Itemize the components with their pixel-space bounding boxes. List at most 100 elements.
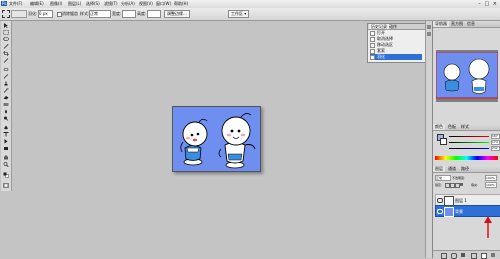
crop-icon[interactable] <box>3 51 9 56</box>
green-value[interactable]: 174 <box>491 140 500 145</box>
history-panel: 历史记录 动作 打开 取消选择 移动选区 套索 羽化 <box>367 23 426 63</box>
quick-mask-icon[interactable] <box>3 183 9 188</box>
marquee-icon[interactable] <box>3 30 9 35</box>
tab-swatches[interactable]: 色板 <box>446 124 458 130</box>
step-icon <box>370 36 375 42</box>
window-controls[interactable]: – □ × <box>478 1 498 7</box>
layer-name[interactable]: 图层 1 <box>455 198 467 204</box>
layers-tabbar: 图层 通道 路径 <box>433 166 500 173</box>
refine-edge-button[interactable]: 调整边缘... <box>164 10 190 18</box>
navigator-thumbnail[interactable] <box>436 52 498 104</box>
width-input[interactable] <box>122 10 136 18</box>
height-label: 高度: <box>137 11 147 16</box>
history-panel-icon[interactable] <box>427 25 431 29</box>
background-swatch[interactable] <box>440 138 447 145</box>
tab-info[interactable]: 信息 <box>465 21 477 27</box>
layer-name[interactable]: 背景 <box>455 209 463 215</box>
opacity-input[interactable]: 100% <box>485 175 497 181</box>
history-brush-icon[interactable] <box>3 88 9 93</box>
clone-stamp-icon[interactable] <box>3 81 9 86</box>
tab-layers[interactable]: 图层 <box>433 166 445 172</box>
tab-actions[interactable]: 动作 <box>387 24 399 29</box>
tab-channels[interactable]: 通道 <box>446 166 458 172</box>
move-tool-icon[interactable] <box>3 23 9 28</box>
fill-label: 填充: <box>471 183 479 187</box>
blue-value[interactable]: 232 <box>491 146 500 151</box>
right-panel-dock: 导航器 直方图 信息 颜色 色板 样式 167 174 232 图层 通道 路径… <box>432 21 500 259</box>
menu-select[interactable]: 选择(S) <box>86 1 100 7</box>
pen-icon[interactable] <box>3 125 9 130</box>
magic-wand-icon[interactable] <box>3 44 9 49</box>
eye-icon[interactable] <box>437 209 443 214</box>
cartoon-image <box>180 113 256 169</box>
layer-thumbnail <box>444 207 454 217</box>
navigator-tabbar: 导航器 直方图 信息 <box>433 21 500 28</box>
tab-history[interactable]: 历史记录 <box>369 24 389 29</box>
workspace-button[interactable]: 工作区 ▾ <box>228 10 250 18</box>
selection-mode-buttons[interactable] <box>11 10 27 18</box>
slice-icon[interactable] <box>3 58 9 63</box>
document-icon <box>370 30 375 36</box>
history-item-selected[interactable]: 羽化 <box>370 54 422 60</box>
layer-style-icon[interactable] <box>451 253 457 259</box>
blur-icon[interactable] <box>3 109 9 114</box>
step-icon <box>370 48 375 54</box>
new-folder-icon[interactable] <box>471 253 477 259</box>
link-layers-icon[interactable] <box>441 253 447 259</box>
photoshop-logo: Ps <box>1 1 8 6</box>
menu-window[interactable]: 窗口(W) <box>156 1 171 7</box>
tab-styles[interactable]: 样式 <box>459 124 471 130</box>
color-spectrum-bar[interactable] <box>435 156 498 160</box>
blue-slider[interactable] <box>449 148 489 149</box>
red-value[interactable]: 167 <box>491 134 500 139</box>
foreground-background-color-icon[interactable] <box>3 171 9 179</box>
blend-mode-select[interactable]: 正常 <box>435 175 451 181</box>
antialias-label: 消除锯齿 <box>62 11 78 16</box>
shape-icon[interactable] <box>3 146 9 151</box>
menu-image[interactable]: 图像(I) <box>50 1 62 7</box>
new-layer-icon[interactable] <box>481 253 487 259</box>
menu-help[interactable]: 帮助(H) <box>174 1 188 7</box>
healing-brush-icon[interactable] <box>3 67 9 72</box>
menu-file[interactable]: 文件(F) <box>9 1 22 7</box>
red-slider[interactable] <box>449 136 489 137</box>
lock-label: 锁定: <box>435 183 443 187</box>
step-icon <box>370 42 375 48</box>
actions-panel-icon[interactable] <box>427 32 431 36</box>
feather-input[interactable]: 0 px <box>38 10 53 18</box>
style-select[interactable]: 正常 <box>89 10 111 18</box>
tab-paths[interactable]: 路径 <box>459 166 471 172</box>
gradient-icon[interactable] <box>3 102 9 107</box>
fill-input[interactable]: 100% <box>485 182 497 188</box>
dodge-icon[interactable] <box>3 116 9 121</box>
path-selection-icon[interactable] <box>3 139 9 144</box>
step-icon <box>370 54 375 60</box>
feather-label: 羽化: <box>28 11 38 16</box>
tab-color[interactable]: 颜色 <box>433 124 445 130</box>
zoom-icon[interactable] <box>3 162 9 167</box>
delete-layer-icon[interactable] <box>491 253 495 257</box>
menu-layer[interactable]: 图层(L) <box>68 1 81 7</box>
marquee-tool-icon[interactable] <box>2 10 10 18</box>
menu-view[interactable]: 视图(V) <box>139 1 153 7</box>
menu-filter[interactable]: 滤镜(T) <box>104 1 118 7</box>
type-icon[interactable] <box>3 132 9 137</box>
tab-navigator[interactable]: 导航器 <box>433 21 449 27</box>
annotation-arrow-icon <box>484 216 492 238</box>
green-slider[interactable] <box>449 142 489 143</box>
menu-analysis[interactable]: 分析(A) <box>121 1 135 7</box>
tab-histogram[interactable]: 直方图 <box>449 21 465 27</box>
width-label: 宽度: <box>112 11 122 16</box>
lock-all-icon[interactable] <box>460 183 463 186</box>
lasso-icon[interactable] <box>3 37 9 42</box>
add-mask-icon[interactable] <box>461 253 465 257</box>
hand-icon[interactable] <box>3 155 9 160</box>
height-input[interactable] <box>147 10 161 18</box>
style-label: 样式: <box>80 11 90 16</box>
eraser-icon[interactable] <box>3 95 9 100</box>
document-canvas[interactable] <box>172 106 261 172</box>
menu-edit[interactable]: 编辑(E) <box>30 1 44 7</box>
opacity-label: 不透明度: <box>452 176 466 180</box>
brush-icon[interactable] <box>3 74 9 79</box>
eye-icon[interactable] <box>437 198 443 203</box>
